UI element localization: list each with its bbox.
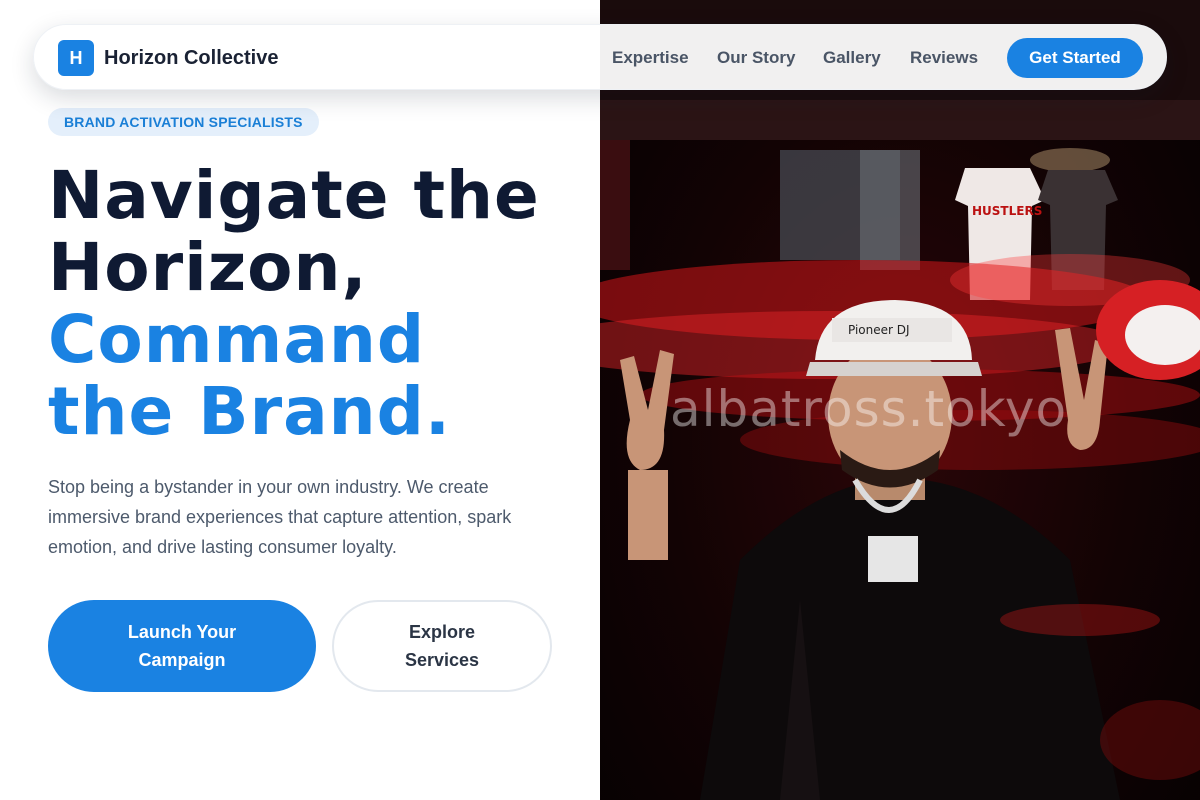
get-started-button[interactable]: Get Started [1007,38,1143,78]
hero-section: BRAND ACTIVATION SPECIALISTS Navigate th… [0,0,600,800]
hero-badge: BRAND ACTIVATION SPECIALISTS [48,108,319,136]
hero-photo: Pioneer DJ HUSTLERS albatross.tokyo [600,0,1200,800]
headline-line-4: the Brand. [48,373,451,450]
headline-line-3: Command [48,301,426,378]
brand-name[interactable]: Horizon Collective [104,45,278,71]
hero-description: Stop being a bystander in your own indus… [48,477,512,557]
photo-watermark: albatross.tokyo [670,380,1068,438]
nav-link-reviews[interactable]: Reviews [910,47,978,69]
headline-line-2: Horizon, [48,229,368,306]
nav-link-gallery[interactable]: Gallery [823,47,881,69]
top-navbar: H Horizon Collective Expertise Our Story… [33,24,1167,90]
hero-headline: Navigate the Horizon, Command the Brand. [48,160,588,448]
cap-text: Pioneer DJ [848,323,910,337]
explore-services-button[interactable]: Explore Services [332,600,552,692]
headline-line-1: Navigate the [48,157,540,234]
nav-link-our-story[interactable]: Our Story [717,47,795,69]
logo-icon[interactable]: H [58,40,94,76]
launch-campaign-button[interactable]: Launch Your Campaign [48,600,316,692]
shirt-text: HUSTLERS [972,204,1042,218]
nav-link-expertise[interactable]: Expertise [612,47,689,69]
